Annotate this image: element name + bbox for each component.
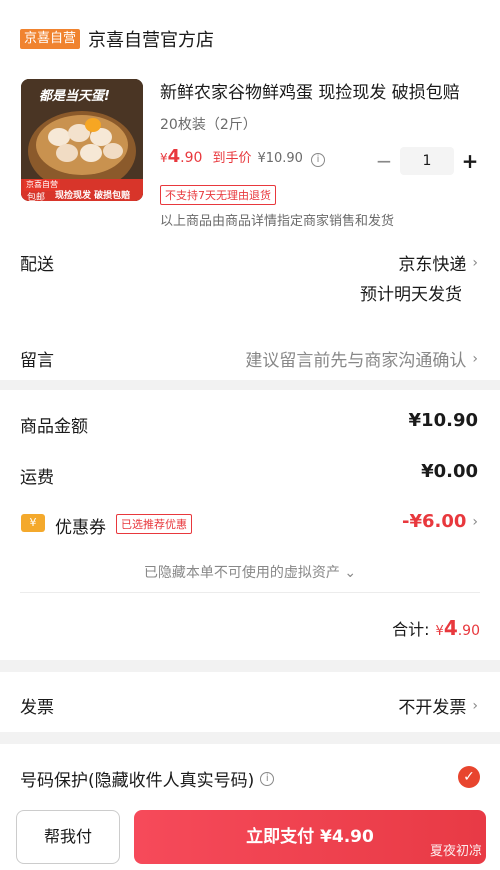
invoice-card[interactable]: 发票 不开发票 › [0,672,500,732]
coupon-label: 优惠券 [55,518,106,538]
chevron-right-icon: › [472,254,478,271]
delivery-carrier-row[interactable]: 京东快递 › [398,250,478,276]
privacy-checkbox[interactable]: ✓ [458,766,480,788]
hidden-assets-note: 已隐藏本单不可使用的虚拟资产 [143,565,340,581]
freight-value: ¥0.00 [421,461,478,482]
total-label: 合计: [392,620,430,639]
product-card: 京喜自营 京喜自营官方店 都是当天蛋! 京喜自营 包邮 现捡现发 破损包赔 新鲜… [0,0,500,380]
privacy-row: 号码保护(隐藏收件人真实号码) i [20,766,275,791]
freight-label: 运费 [20,468,54,488]
delivery-carrier: 京东快递 [398,255,467,275]
goods-amount-value: ¥10.90 [408,410,478,431]
delivery-label: 配送 [20,255,54,275]
coupon-icon: ¥ [21,514,45,532]
divider [20,592,480,593]
store-badge: 京喜自营 [20,29,81,49]
delivery-eta: 预计明天发货 [360,285,462,305]
hidden-assets-toggle[interactable]: 已隐藏本单不可使用的虚拟资产 ⌄ [0,562,500,582]
image-badge-bottom: 包邮 [27,193,46,201]
goods-amount-label: 商品金额 [20,417,88,437]
price-cents: .90 [180,150,203,166]
invoice-value: 不开发票 [398,698,467,718]
store-name[interactable]: 京喜自营官方店 [88,26,214,52]
price-row: ¥ 4 .90 到手价 ¥10.90 i [160,146,325,167]
chevron-right-icon: › [472,697,478,714]
quantity-value[interactable]: 1 [400,147,454,175]
store-header[interactable]: 京喜自营 京喜自营官方店 [20,26,214,52]
arrival-price: ¥10.90 [257,151,303,166]
price-integer: 4 [167,146,181,167]
invoice-row[interactable]: 不开发票 › [398,693,478,719]
coupon-tag: 已选推荐优惠 [116,514,192,534]
chevron-right-icon: › [472,513,478,530]
price-currency: ¥ [160,151,168,165]
total-cents: .90 [457,623,480,639]
chevron-right-icon: › [472,350,478,367]
info-icon[interactable]: i [310,152,325,167]
merchant-note: 以上商品由商品详情指定商家销售和发货 [160,214,395,229]
message-placeholder: 建议留言前先与商家沟通确认 [245,351,467,371]
arrival-price-label: 到手价 [212,151,252,166]
watermark: 夏夜初凉 [429,844,482,859]
message-row[interactable]: 建议留言前先与商家沟通确认 › [245,346,478,372]
total-integer: 4 [443,616,458,640]
total-row: 合计: ¥ 4 .90 [392,616,480,640]
return-policy-tag: 不支持7天无理由退货 [160,185,276,205]
coupon-row[interactable]: -¥6.00 › [402,511,478,532]
chevron-down-icon: ⌄ [344,565,357,581]
privacy-label: 号码保护(隐藏收件人真实号码) [20,771,255,791]
total-currency: ¥ [435,624,444,639]
image-banner-text: 都是当天蛋! [39,89,110,104]
quantity-stepper: − 1 + [372,147,482,175]
product-image[interactable]: 都是当天蛋! 京喜自营 包邮 现捡现发 破损包赔 [21,79,143,201]
product-spec: 20枚装（2斤） [160,117,257,133]
help-pay-button[interactable]: 帮我付 [16,810,120,864]
decrease-button[interactable]: − [372,149,396,173]
image-footer-text: 现捡现发 破损包赔 [55,191,131,201]
coupon-value: -¥6.00 [401,511,467,532]
product-title[interactable]: 新鲜农家谷物鲜鸡蛋 现捡现发 破损包赔 [160,78,470,103]
privacy-card: 号码保护(隐藏收件人真实号码) i ✓ [0,744,500,804]
bottom-action-bar: 帮我付 立即支付 ¥4.90 [0,800,500,870]
info-icon[interactable]: i [260,771,275,786]
increase-button[interactable]: + [458,149,482,173]
message-label: 留言 [20,351,54,371]
summary-card: 商品金额 ¥10.90 运费 ¥0.00 ¥ 优惠券 已选推荐优惠 -¥6.00… [0,390,500,660]
invoice-label: 发票 [20,698,54,718]
